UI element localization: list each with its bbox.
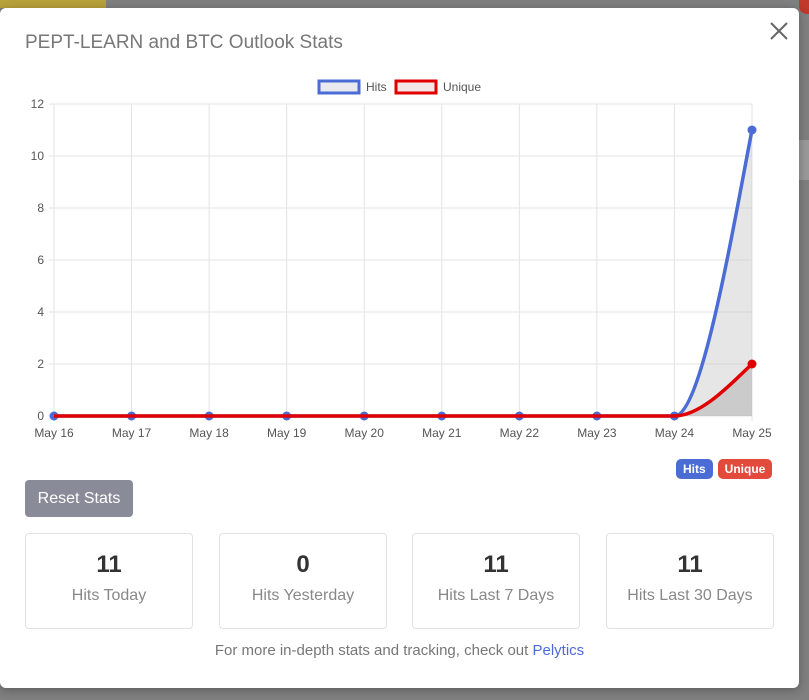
stat-card-7-days: 11 Hits Last 7 Days: [412, 533, 580, 629]
series-line-unique: [54, 362, 754, 418]
legend-label-unique: Unique: [443, 80, 481, 94]
y-tick-label: 8: [37, 201, 44, 215]
stat-label: Hits Last 7 Days: [437, 587, 555, 604]
stat-label: Hits Yesterday: [251, 587, 355, 604]
stat-value: 11: [483, 551, 509, 578]
legend-label-hits: Hits: [366, 80, 387, 94]
series-area-hits: [54, 130, 752, 416]
y-tick-label: 2: [37, 357, 44, 371]
background-panel-edge: [799, 140, 809, 180]
background-notification-badge: [799, 0, 809, 14]
pelytics-link[interactable]: Pelytics: [532, 642, 584, 659]
data-point-unique: [747, 359, 757, 369]
close-icon: [770, 22, 788, 40]
x-tick-label: May 25: [732, 426, 772, 440]
stat-label: Hits Last 30 Days: [627, 587, 753, 604]
stats-modal: PEPT-LEARN and BTC Outlook Stats 0 2 4 6 8 10…: [0, 8, 799, 688]
stat-value: 11: [677, 551, 703, 578]
x-tick-label: May 24: [655, 426, 695, 440]
footer-text: For more in-depth stats and tracking, ch…: [214, 642, 533, 659]
stat-label: Hits Today: [71, 587, 147, 604]
stat-card-today: 11 Hits Today: [25, 533, 193, 629]
y-tick-label: 10: [31, 149, 45, 163]
chart-svg: 0 2 4 6 8 10 12 May 16 May 17 May 18 May 19 May 20 M…: [31, 79, 772, 440]
footer-note: For more in-depth stats and tracking, ch…: [0, 642, 799, 659]
stats-chart: 0 2 4 6 8 10 12 May 16 May 17 May 18 May 19 May 20 M…: [0, 68, 799, 448]
legend-swatch-unique: [394, 79, 438, 95]
x-tick-label: May 23: [577, 426, 617, 440]
y-tick-label: 0: [37, 409, 44, 423]
reset-stats-button[interactable]: Reset Stats: [25, 480, 133, 517]
y-tick-label: 4: [37, 305, 44, 319]
x-tick-label: May 16: [34, 426, 74, 440]
data-point-hits: [747, 125, 757, 135]
hits-badge: Hits: [676, 459, 713, 479]
close-button[interactable]: [766, 18, 792, 44]
x-tick-label: May 20: [345, 426, 385, 440]
stat-value: 0: [296, 551, 310, 578]
y-tick-label: 12: [31, 97, 45, 111]
stat-card-yesterday: 0 Hits Yesterday: [219, 533, 387, 629]
stat-value: 11: [96, 551, 122, 578]
x-tick-label: May 21: [422, 426, 462, 440]
y-tick-label: 6: [37, 253, 44, 267]
stat-card-30-days: 11 Hits Last 30 Days: [606, 533, 774, 629]
legend-swatch-hits: [317, 79, 361, 95]
background-tab: [0, 0, 106, 8]
x-tick-label: May 17: [112, 426, 152, 440]
x-tick-label: May 19: [267, 426, 307, 440]
x-tick-label: May 22: [500, 426, 540, 440]
series-line-hits: [54, 129, 754, 418]
modal-title: PEPT-LEARN and BTC Outlook Stats: [25, 32, 343, 53]
unique-badge: Unique: [717, 459, 773, 479]
x-tick-label: May 18: [189, 426, 229, 440]
series-area-unique: [54, 364, 752, 416]
badge-group: Hits Unique: [676, 459, 773, 479]
